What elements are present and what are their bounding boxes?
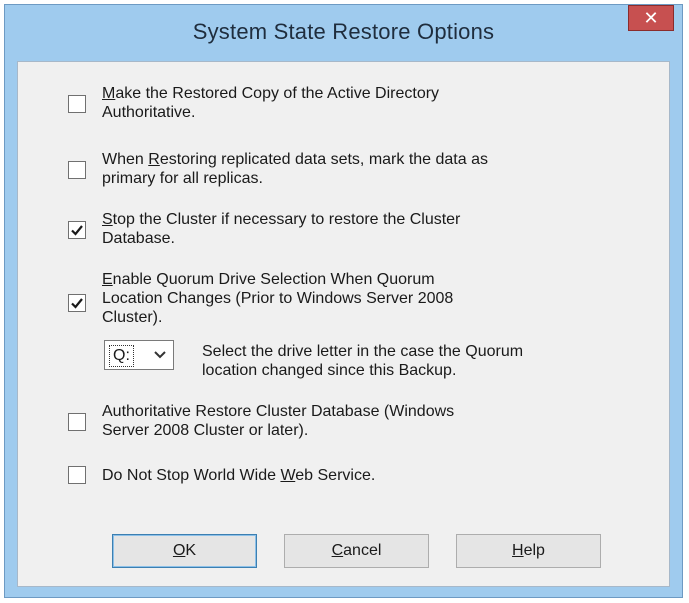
drive-letter-value: Q: <box>109 345 134 367</box>
cancel-button[interactable]: Cancel <box>284 534 429 568</box>
checkmark-icon <box>71 298 83 309</box>
quorum-drive-selection-label: Enable Quorum Drive Selection When Quoru… <box>102 271 454 326</box>
dialog-body: make the Restored Copy of the Active Dir… <box>17 61 670 587</box>
quorum-drive-selection-checkbox[interactable] <box>68 294 86 312</box>
do-not-stop-www-label: Do Not Stop World Wide Web Service. <box>102 467 376 484</box>
chevron-down-icon <box>154 351 166 359</box>
primary-replicas-label: When Restoring replicated data sets, mar… <box>102 151 488 187</box>
authoritative-ad-checkbox[interactable] <box>68 95 86 113</box>
close-icon: ✕ <box>643 8 659 28</box>
dialog-title: System State Restore Options <box>192 19 495 44</box>
stop-cluster-label: Stop the Cluster if necessary to restore… <box>102 211 461 247</box>
do-not-stop-www-checkbox[interactable] <box>68 466 86 484</box>
primary-replicas-checkbox[interactable] <box>68 161 86 179</box>
authoritative-cluster-db-label: Authoritative Restore Cluster Database (… <box>102 403 455 439</box>
title-bar[interactable]: System State Restore Options ✕ <box>5 5 682 61</box>
quorum-drive-select[interactable]: Q: <box>104 340 174 370</box>
system-state-restore-options-dialog: System State Restore Options ✕ make the … <box>4 4 683 598</box>
authoritative-cluster-db-checkbox[interactable] <box>68 413 86 431</box>
authoritative-ad-label: make the Restored Copy of the Active Dir… <box>102 85 440 121</box>
close-button[interactable]: ✕ <box>628 5 674 31</box>
stop-cluster-checkbox[interactable] <box>68 221 86 239</box>
ok-button[interactable]: OK <box>112 534 257 568</box>
checkmark-icon <box>71 225 83 236</box>
quorum-drive-description: Select the drive letter in the case the … <box>202 343 524 379</box>
help-button[interactable]: Help <box>456 534 601 568</box>
